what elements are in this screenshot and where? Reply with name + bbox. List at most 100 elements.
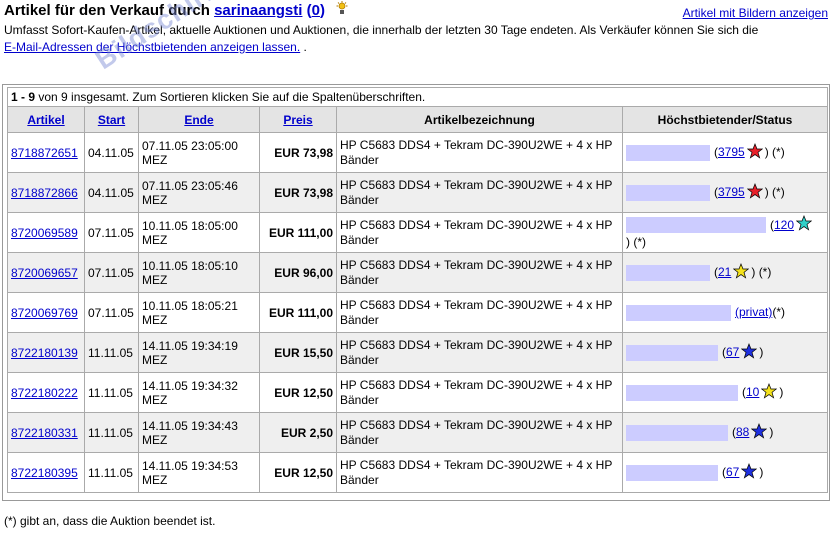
column-item[interactable]: Artikel xyxy=(7,106,85,133)
description-text: Umfasst Sofort-Kaufen-Artikel, aktuelle … xyxy=(4,23,759,37)
feedback-rating-link[interactable]: 67 xyxy=(726,465,739,480)
feedback-rating-link[interactable]: (privat) xyxy=(735,305,772,320)
feedback-star-icon xyxy=(746,142,764,163)
feedback-rating-link[interactable]: 10 xyxy=(746,385,759,400)
item-number-link[interactable]: 8722180331 xyxy=(11,426,78,440)
sort-end-link[interactable]: Ende xyxy=(184,113,213,127)
table-row: 8718872651 04.11.05 07.11.05 23:05:00 MEZ E… xyxy=(7,132,829,173)
item-title: HP C5683 DDS4 + Tekram DC-390U2WE + 4 x … xyxy=(336,372,623,413)
item-number-link[interactable]: 8722180395 xyxy=(11,466,78,480)
bid-status: ) (*) xyxy=(626,235,646,249)
item-title: HP C5683 DDS4 + Tekram DC-390U2WE + 4 x … xyxy=(336,452,623,493)
bidder-id-bar xyxy=(626,344,718,361)
start-date: 11.11.05 xyxy=(84,372,139,413)
column-price[interactable]: Preis xyxy=(259,106,337,133)
bidder-cell: (3795) (*) xyxy=(621,132,829,173)
feedback-rating-link[interactable]: 88 xyxy=(736,425,749,440)
feedback-rating-link[interactable]: 67 xyxy=(726,345,739,360)
item-number-link[interactable]: 8718872866 xyxy=(11,186,78,200)
bidder-cell: (privat) (*) xyxy=(621,292,829,333)
show-with-pictures-link[interactable]: Artikel mit Bildern anzeigen xyxy=(683,6,828,20)
item-number-cell: 8718872651 xyxy=(7,132,85,173)
item-number-link[interactable]: 8718872651 xyxy=(11,146,78,160)
feedback-score-link[interactable]: 0 xyxy=(312,2,320,19)
feedback-star-icon xyxy=(741,342,758,363)
item-number-link[interactable]: 8722180139 xyxy=(11,346,78,360)
item-number-cell: 8720069589 xyxy=(7,212,85,253)
bidder-cell: (67) xyxy=(621,332,829,373)
item-number-link[interactable]: 8722180222 xyxy=(11,386,78,400)
page-header: Artikel für den Verkauf durch sarinaangs… xyxy=(4,1,830,56)
item-number-cell: 8722180222 xyxy=(7,372,85,413)
bid-status: ) xyxy=(759,345,764,359)
feedback-star-icon xyxy=(733,262,750,283)
end-date: 14.11.05 19:34:19 MEZ xyxy=(138,332,260,373)
table-row: 8722180331 11.11.05 14.11.05 19:34:43 MEZ E… xyxy=(7,412,829,453)
item-title: HP C5683 DDS4 + Tekram DC-390U2WE + 4 x … xyxy=(336,132,623,173)
sort-item-link[interactable]: Artikel xyxy=(27,113,64,127)
show-emails-link[interactable]: E-Mail-Adressen der Höchstbietenden anze… xyxy=(4,40,300,54)
feedback-star-icon xyxy=(761,382,778,403)
table-row: 8720069657 07.11.05 10.11.05 18:05:10 MEZ E… xyxy=(7,252,829,293)
sort-start-link[interactable]: Start xyxy=(98,113,125,127)
start-date: 04.11.05 xyxy=(84,172,139,213)
bidder-cell: (120) (*) xyxy=(621,212,829,253)
sort-price-link[interactable]: Preis xyxy=(283,113,312,127)
column-end[interactable]: Ende xyxy=(138,106,260,133)
end-date: 07.11.05 23:05:46 MEZ xyxy=(138,172,260,213)
bidder-cell: (88) xyxy=(621,412,829,453)
feedback-rating-link[interactable]: 21 xyxy=(718,265,731,280)
item-number-link[interactable]: 8720069657 xyxy=(11,266,78,280)
item-title: HP C5683 DDS4 + Tekram DC-390U2WE + 4 x … xyxy=(336,292,623,333)
bid-status: ) (*) xyxy=(764,185,785,199)
price: EUR 12,50 xyxy=(259,452,337,493)
item-number-link[interactable]: 8720069589 xyxy=(11,226,78,240)
item-title: HP C5683 DDS4 + Tekram DC-390U2WE + 4 x … xyxy=(336,412,623,453)
table-info: 1 - 9 von 9 insgesamt. Zum Sortieren kli… xyxy=(6,87,829,107)
item-number-cell: 8718872866 xyxy=(7,172,85,213)
price: EUR 15,50 xyxy=(259,332,337,373)
table-row: 8718872866 04.11.05 07.11.05 23:05:46 MEZ E… xyxy=(7,172,829,213)
price: EUR 111,00 xyxy=(259,212,337,253)
bid-status: ) (*) xyxy=(764,145,785,159)
feedback-rating-link[interactable]: 3795 xyxy=(718,185,745,200)
bidder-cell: (67) xyxy=(621,452,829,493)
bidder-cell: (10) xyxy=(621,372,829,413)
feedback-star-icon xyxy=(795,215,813,235)
feedback-rating-link[interactable]: 120 xyxy=(774,218,794,233)
price: EUR 73,98 xyxy=(259,132,337,173)
seller-link[interactable]: sarinaangsti xyxy=(214,2,302,19)
column-title: Artikelbezeichnung xyxy=(336,106,623,133)
result-range: 1 - 9 xyxy=(11,90,36,104)
table-header-row: Artikel Start Ende Preis Artikelbezeichn… xyxy=(7,106,829,133)
description-end: . xyxy=(303,40,307,54)
item-number-link[interactable]: 8720069769 xyxy=(11,306,78,320)
item-number-cell: 8722180139 xyxy=(7,332,85,373)
bidder-id-bar xyxy=(626,264,710,281)
start-date: 07.11.05 xyxy=(84,292,139,333)
table-body: 8718872651 04.11.05 07.11.05 23:05:00 MEZ E… xyxy=(7,132,829,493)
score-close: ) xyxy=(319,2,325,19)
start-date: 11.11.05 xyxy=(84,332,139,373)
bidder-id-bar xyxy=(626,144,710,161)
bid-status: ) xyxy=(779,385,784,399)
start-date: 11.11.05 xyxy=(84,412,139,453)
bid-status: (*) xyxy=(772,305,786,319)
new-member-icon xyxy=(335,1,349,20)
table-row: 8722180395 11.11.05 14.11.05 19:34:53 MEZ E… xyxy=(7,452,829,493)
items-table: 1 - 9 von 9 insgesamt. Zum Sortieren kli… xyxy=(6,87,829,493)
column-start[interactable]: Start xyxy=(84,106,139,133)
table-row: 8722180222 11.11.05 14.11.05 19:34:32 MEZ E… xyxy=(7,372,829,413)
column-bidder: Höchstbietender/Status xyxy=(621,106,829,133)
start-date: 07.11.05 xyxy=(84,252,139,293)
price: EUR 73,98 xyxy=(259,172,337,213)
item-title: HP C5683 DDS4 + Tekram DC-390U2WE + 4 x … xyxy=(336,212,623,253)
bidder-id-bar xyxy=(626,184,710,201)
table-row: 8720069589 07.11.05 10.11.05 18:05:00 MEZ E… xyxy=(7,212,829,253)
item-title: HP C5683 DDS4 + Tekram DC-390U2WE + 4 x … xyxy=(336,252,623,293)
items-panel: 1 - 9 von 9 insgesamt. Zum Sortieren kli… xyxy=(2,84,830,501)
item-title: HP C5683 DDS4 + Tekram DC-390U2WE + 4 x … xyxy=(336,172,623,213)
bidder-id-bar xyxy=(626,384,738,401)
feedback-rating-link[interactable]: 3795 xyxy=(718,145,745,160)
start-date: 11.11.05 xyxy=(84,452,139,493)
